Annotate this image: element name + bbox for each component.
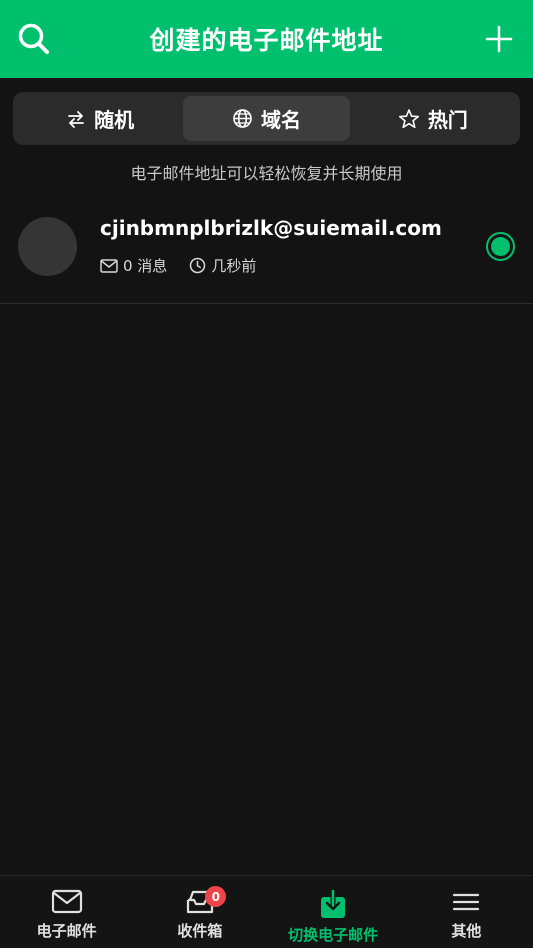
- nav-switch-email[interactable]: 切换电子邮件: [267, 876, 400, 948]
- add-email-button[interactable]: [479, 19, 519, 59]
- mail-icon: [51, 889, 82, 914]
- plus-icon: [485, 25, 513, 53]
- switch-download-icon: [321, 890, 346, 918]
- nav-email-label: 电子邮件: [36, 922, 97, 940]
- bottom-nav: 电子邮件 0 收件箱 切换电子邮件 其他: [0, 875, 533, 948]
- tab-random-label: 随机: [94, 108, 135, 132]
- mode-tabs: 随机 域名 热门: [13, 92, 520, 145]
- page-title: 创建的电子邮件地址: [149, 26, 384, 55]
- inbox-badge: 0: [205, 886, 227, 907]
- message-count-label: 0 消息: [123, 257, 168, 275]
- tab-domain-label: 域名: [260, 108, 301, 132]
- app-header: 创建的电子邮件地址: [0, 0, 533, 78]
- nav-inbox[interactable]: 0 收件箱: [133, 876, 266, 948]
- created-time-label: 几秒前: [211, 257, 257, 275]
- email-list-item[interactable]: cjinbmnplbrizlk@suiemail.com 0 消息 几秒前: [0, 196, 533, 304]
- email-meta: 0 消息 几秒前: [100, 255, 278, 276]
- search-button[interactable]: [14, 19, 54, 59]
- message-count: 0 消息: [100, 255, 167, 276]
- nav-other[interactable]: 其他: [400, 876, 533, 948]
- tab-popular-label: 热门: [427, 108, 468, 132]
- envelope-icon: [100, 258, 118, 273]
- radio-dot: [491, 237, 510, 256]
- tab-random[interactable]: 随机: [17, 96, 183, 141]
- created-time: 几秒前: [189, 255, 256, 276]
- clock-icon: [190, 257, 206, 274]
- nav-switch-email-label: 切换电子邮件: [288, 926, 379, 944]
- swap-icon: [68, 110, 85, 128]
- search-icon: [18, 23, 49, 54]
- avatar: [18, 217, 77, 276]
- selected-radio[interactable]: [486, 232, 515, 261]
- star-icon: [398, 108, 419, 128]
- tab-popular[interactable]: 热门: [350, 96, 516, 141]
- email-address: cjinbmnplbrizlk@suiemail.com: [100, 216, 442, 240]
- nav-inbox-label: 收件箱: [177, 922, 223, 940]
- menu-icon: [453, 893, 480, 911]
- tab-domain[interactable]: 域名: [183, 96, 350, 141]
- nav-other-label: 其他: [451, 922, 482, 940]
- globe-icon: [233, 109, 252, 128]
- hint-text: 电子邮件地址可以轻松恢复并长期使用: [130, 164, 403, 183]
- nav-email[interactable]: 电子邮件: [0, 876, 133, 948]
